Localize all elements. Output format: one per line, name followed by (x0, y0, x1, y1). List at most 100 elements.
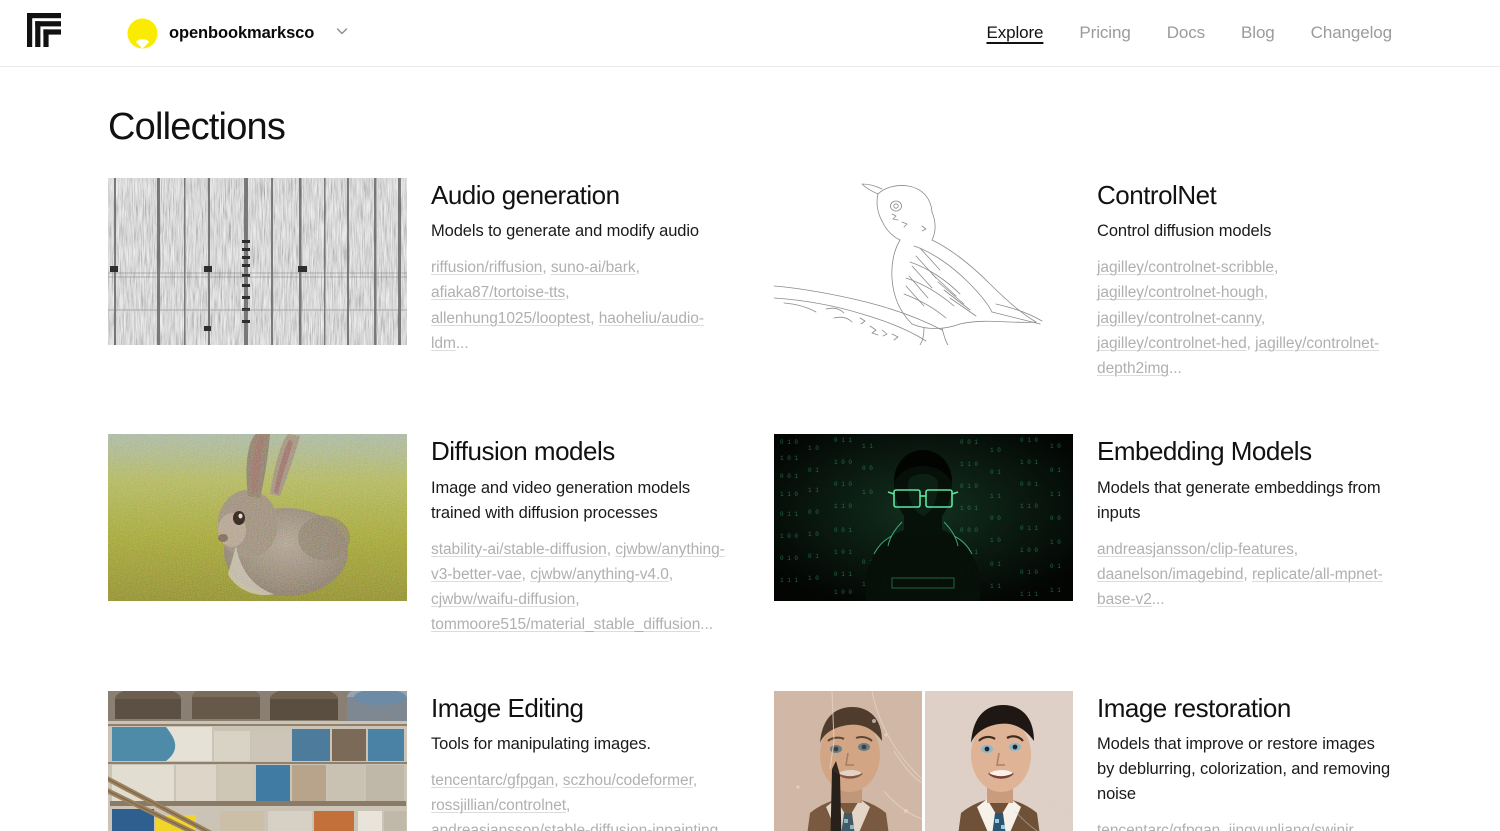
svg-text:1 0 0: 1 0 0 (1020, 547, 1038, 554)
svg-text:0 1 0: 0 1 0 (780, 555, 798, 562)
model-link[interactable]: cjwbw/anything-v4.0 (530, 566, 669, 583)
page-title: Collections (108, 106, 286, 148)
svg-text:0 1 0: 0 1 0 (780, 439, 798, 446)
org-switcher[interactable]: openbookmarksco (127, 17, 349, 49)
svg-text:0 0 1: 0 0 1 (960, 439, 978, 446)
svg-text:1 1: 1 1 (1050, 491, 1061, 498)
model-link[interactable]: jagilley/controlnet-hough (1097, 284, 1264, 301)
collection-description: Models to generate and modify audio (431, 222, 700, 241)
svg-text:1 1: 1 1 (1050, 587, 1061, 594)
model-link[interactable]: jagilley/controlnet-hed (1097, 335, 1247, 352)
svg-text:0 0 0: 0 0 0 (960, 527, 978, 534)
model-link[interactable]: andreasjansson/stable-diffusion-inpainti… (431, 822, 718, 831)
svg-text:1 1 0: 1 1 0 (1020, 503, 1038, 510)
model-link[interactable]: stability-ai/stable-diffusion (431, 541, 607, 558)
old-photo-restoration-thumbnail (774, 690, 1073, 831)
collection-description: Tools for manipulating images. (431, 734, 651, 753)
collection-description: Models that improve or restore images by… (1097, 734, 1391, 803)
model-link[interactable]: allenhung1025/looptest (431, 310, 590, 327)
svg-text:1 0: 1 0 (808, 445, 819, 452)
model-link[interactable]: daanelson/imagebind (1097, 566, 1243, 583)
svg-text:1 0: 1 0 (1050, 443, 1061, 450)
model-link[interactable]: tommoore515/material_stable_diffusion (431, 616, 700, 633)
collection-description: Control diffusion models (1097, 222, 1272, 241)
model-link[interactable]: sczhou/codeformer (563, 772, 693, 789)
svg-text:1 1 1: 1 1 1 (1020, 591, 1038, 598)
org-avatar-icon (127, 17, 158, 49)
brand-area: openbookmarksco (27, 13, 349, 53)
collection-title[interactable]: Diffusion models (431, 437, 726, 466)
svg-text:0 0 1: 0 0 1 (780, 473, 798, 480)
model-link[interactable]: tencentarc/gfpgan (431, 772, 554, 789)
collection-card-image-editing[interactable]: Image Editing Tools for manipulating ima… (108, 690, 774, 831)
site-header: openbookmarksco Explore Pricing Docs Blo… (0, 0, 1500, 67)
collection-models-list[interactable]: tencentarc/gfpgan, jingyunliang/swinir, … (1097, 818, 1392, 831)
nav-link-explore[interactable]: Explore (986, 23, 1043, 43)
collection-description: Image and video generation models traine… (431, 478, 691, 522)
model-link[interactable]: rossjillian/controlnet (431, 797, 566, 814)
svg-text:1 1 0: 1 1 0 (960, 461, 978, 468)
model-link[interactable]: cjwbw/waifu-diffusion (431, 591, 575, 608)
svg-text:1 0 0: 1 0 0 (780, 533, 798, 540)
svg-text:0 1 0: 0 1 0 (1020, 569, 1038, 576)
model-link[interactable]: afiaka87/tortoise-tts (431, 284, 565, 301)
chevron-down-icon[interactable] (335, 24, 349, 43)
svg-text:1 0: 1 0 (808, 575, 819, 582)
svg-text:0 0 1: 0 0 1 (834, 527, 852, 534)
collection-models-list[interactable]: andreasjansson/clip-features, daanelson/… (1097, 537, 1392, 613)
svg-text:1 1 0: 1 1 0 (780, 491, 798, 498)
collection-title[interactable]: Image Editing (431, 693, 726, 723)
collection-models-list[interactable]: tencentarc/gfpgan, sczhou/codeformer, ro… (431, 768, 726, 831)
svg-text:0 1 1: 0 1 1 (834, 437, 852, 444)
collection-title[interactable]: ControlNet (1097, 180, 1392, 210)
model-link[interactable]: riffusion/riffusion (431, 259, 542, 276)
svg-text:0 1: 0 1 (990, 469, 1001, 476)
nav-link-docs[interactable]: Docs (1167, 23, 1205, 43)
collection-models-list[interactable]: jagilley/controlnet-scribble, jagilley/c… (1097, 255, 1392, 381)
svg-text:0 1: 0 1 (808, 553, 819, 560)
svg-text:0 1: 0 1 (990, 561, 1001, 568)
nav-link-pricing[interactable]: Pricing (1079, 23, 1130, 43)
svg-text:1 1: 1 1 (808, 487, 819, 494)
svg-text:0 0 1: 0 0 1 (1020, 481, 1038, 488)
svg-text:0 0: 0 0 (990, 515, 1001, 522)
svg-text:0 1 1: 0 1 1 (1020, 525, 1038, 532)
svg-text:0 1 1: 0 1 1 (780, 511, 798, 518)
svg-text:1 0: 1 0 (990, 447, 1001, 454)
replicate-home-link[interactable] (27, 13, 67, 53)
model-link[interactable]: suno-ai/bark (551, 259, 636, 276)
paint-palette-thumbnail (108, 690, 407, 831)
svg-text:0 0: 0 0 (808, 509, 819, 516)
collection-title[interactable]: Embedding Models (1097, 437, 1392, 466)
collection-models-list[interactable]: stability-ai/stable-diffusion, cjwbw/any… (431, 537, 726, 638)
svg-text:1 1: 1 1 (990, 493, 1001, 500)
collection-card-controlnet[interactable]: ControlNet Control diffusion models jagi… (774, 178, 1440, 434)
model-link[interactable]: jagilley/controlnet-canny (1097, 310, 1261, 327)
svg-text:0 1: 0 1 (808, 467, 819, 474)
collection-info: Embedding Models Models that generate em… (1097, 434, 1392, 637)
model-link[interactable]: tencentarc/gfpgan (1097, 822, 1220, 831)
svg-text:0 1 1: 0 1 1 (834, 571, 852, 578)
collection-title[interactable]: Image restoration (1097, 693, 1392, 723)
model-link[interactable]: jingyunliang/swinir (1229, 822, 1353, 831)
svg-text:1 1 1: 1 1 1 (780, 577, 798, 584)
svg-text:1 1 0: 1 1 0 (834, 503, 852, 510)
svg-text:1 0 0: 1 0 0 (834, 589, 852, 596)
collection-card-image-restoration[interactable]: Image restoration Models that improve or… (774, 690, 1440, 831)
noisy-rabbit-thumbnail (108, 434, 407, 602)
nav-link-changelog[interactable]: Changelog (1311, 23, 1392, 43)
collection-models-list[interactable]: riffusion/riffusion, suno-ai/bark, afiak… (431, 255, 726, 356)
model-link[interactable]: jagilley/controlnet-scribble (1097, 259, 1274, 276)
svg-text:1 1: 1 1 (990, 583, 1001, 590)
nav-link-blog[interactable]: Blog (1241, 23, 1275, 43)
collection-info: Image Editing Tools for manipulating ima… (431, 691, 726, 831)
svg-text:1 0 1: 1 0 1 (960, 505, 978, 512)
svg-text:0 1 0: 0 1 0 (834, 481, 852, 488)
svg-text:1 0: 1 0 (1050, 539, 1061, 546)
collection-card-diffusion-models[interactable]: Diffusion models Image and video generat… (108, 434, 774, 690)
collection-card-audio-generation[interactable]: Audio generation Models to generate and … (108, 178, 774, 434)
collection-title[interactable]: Audio generation (431, 180, 726, 210)
org-name-label: openbookmarksco (169, 23, 315, 42)
model-link[interactable]: andreasjansson/clip-features (1097, 541, 1294, 558)
collection-card-embedding-models[interactable]: 0 1 0 1 0 1 0 0 1 1 1 0 0 1 1 1 0 0 0 1 0 1 1… (774, 434, 1440, 690)
